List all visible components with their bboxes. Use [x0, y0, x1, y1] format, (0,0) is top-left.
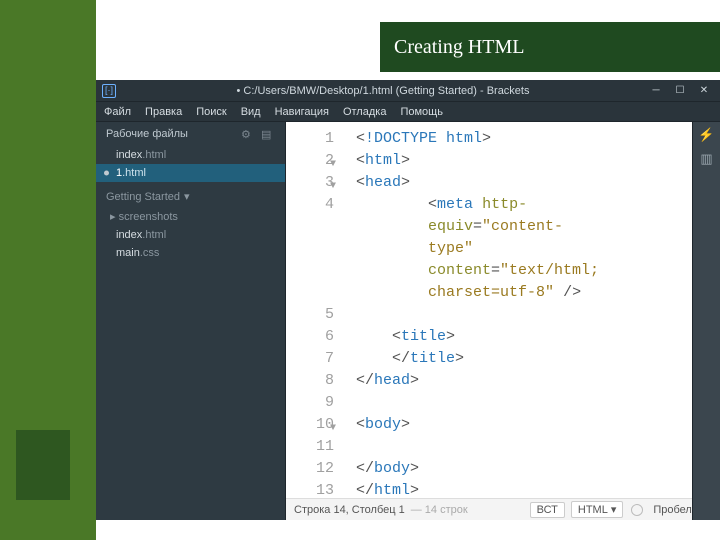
code-line[interactable] — [356, 392, 714, 414]
titlebar: [·] • C:/Users/BMW/Desktop/1.html (Getti… — [96, 80, 720, 102]
line-number: 3▼ — [286, 172, 334, 194]
line-number: 6 — [286, 326, 334, 348]
editor-area: 12▼3▼45678910▼11121314 <!DOCTYPE html><h… — [286, 122, 720, 520]
menu-view[interactable]: Вид — [241, 106, 261, 118]
menu-find[interactable]: Поиск — [196, 106, 226, 118]
line-number: 12 — [286, 458, 334, 480]
code-line[interactable]: </body> — [356, 458, 714, 480]
code-line[interactable]: <title> — [356, 326, 714, 348]
code-line[interactable]: equiv="content- — [356, 216, 714, 238]
window-body: Рабочие файлы ⚙ ▤ index.html1.html Getti… — [96, 122, 720, 520]
language-selector[interactable]: HTML ▾ — [571, 501, 623, 518]
line-number-gutter: 12▼3▼45678910▼11121314 — [286, 122, 342, 498]
project-name: Getting Started — [106, 191, 180, 203]
line-number: 11 — [286, 436, 334, 458]
right-toolbar: ⚡ ▥ — [692, 122, 720, 520]
line-number — [286, 238, 334, 260]
close-button[interactable]: ✕ — [694, 84, 714, 98]
window-title: • C:/Users/BMW/Desktop/1.html (Getting S… — [124, 85, 642, 97]
sidebar: Рабочие файлы ⚙ ▤ index.html1.html Getti… — [96, 122, 286, 520]
line-number — [286, 216, 334, 238]
line-number: 5 — [286, 304, 334, 326]
line-number — [286, 282, 334, 304]
slide-title-text: Creating HTML — [394, 36, 525, 59]
working-files-label: Рабочие файлы — [106, 128, 235, 140]
menu-navigate[interactable]: Навигация — [275, 106, 329, 118]
live-preview-icon[interactable]: ⚡ — [699, 128, 715, 142]
working-files-header: Рабочие файлы ⚙ ▤ — [96, 122, 285, 146]
line-number: 2▼ — [286, 150, 334, 172]
code-line[interactable]: </head> — [356, 370, 714, 392]
line-number: 7 — [286, 348, 334, 370]
code-line[interactable]: <head> — [356, 172, 714, 194]
code-line[interactable]: <meta http- — [356, 194, 714, 216]
menu-file[interactable]: Файл — [104, 106, 131, 118]
project-file-main[interactable]: main.css — [96, 244, 285, 262]
project-tree: ▸ screenshotsindex.htmlmain.css — [96, 207, 285, 262]
menu-help[interactable]: Помощь — [400, 106, 443, 118]
code-line[interactable]: content="text/html; — [356, 260, 714, 282]
line-number: 13 — [286, 480, 334, 498]
line-number: 9 — [286, 392, 334, 414]
statusbar: Строка 14, Столбец 1 — 14 строк ВСТ HTML… — [286, 498, 720, 520]
project-file-index[interactable]: index.html — [96, 226, 285, 244]
working-file-index[interactable]: index.html — [96, 146, 285, 164]
code-line[interactable]: <html> — [356, 150, 714, 172]
slide-title: Creating HTML — [380, 22, 720, 72]
slide-accent-band — [0, 0, 96, 540]
slide-accent-block — [16, 430, 70, 500]
chevron-down-icon: ▾ — [611, 503, 617, 516]
code-editor[interactable]: 12▼3▼45678910▼11121314 <!DOCTYPE html><h… — [286, 122, 720, 498]
line-number: 8 — [286, 370, 334, 392]
working-file-1[interactable]: 1.html — [96, 164, 285, 182]
split-view-icon[interactable]: ▤ — [261, 128, 275, 140]
code-line[interactable] — [356, 436, 714, 458]
line-number: 1 — [286, 128, 334, 150]
cursor-position: Строка 14, Столбец 1 — [294, 504, 405, 516]
minimize-button[interactable]: ─ — [646, 84, 666, 98]
extension-manager-icon[interactable]: ▥ — [699, 152, 715, 166]
menu-edit[interactable]: Правка — [145, 106, 182, 118]
code-line[interactable]: charset=utf-8" /> — [356, 282, 714, 304]
code-line[interactable]: <body> — [356, 414, 714, 436]
unsaved-dot-icon — [104, 171, 109, 176]
menubar: Файл Правка Поиск Вид Навигация Отладка … — [96, 102, 720, 122]
insert-mode-toggle[interactable]: ВСТ — [530, 502, 565, 518]
code-line[interactable]: </title> — [356, 348, 714, 370]
brackets-window: [·] • C:/Users/BMW/Desktop/1.html (Getti… — [96, 80, 720, 520]
linting-status-icon[interactable] — [631, 504, 643, 516]
code-line[interactable] — [356, 304, 714, 326]
brackets-app-icon: [·] — [102, 84, 116, 98]
line-number: 4 — [286, 194, 334, 216]
line-count: — 14 строк — [411, 504, 468, 516]
line-number: 10▼ — [286, 414, 334, 436]
code-content[interactable]: <!DOCTYPE html><html><head> <meta http- … — [342, 122, 720, 498]
line-number — [286, 260, 334, 282]
chevron-down-icon: ▾ — [184, 190, 190, 203]
code-line[interactable]: type" — [356, 238, 714, 260]
maximize-button[interactable]: ☐ — [670, 84, 690, 98]
code-line[interactable]: <!DOCTYPE html> — [356, 128, 714, 150]
code-line[interactable]: </html> — [356, 480, 714, 498]
menu-debug[interactable]: Отладка — [343, 106, 386, 118]
gear-icon[interactable]: ⚙ — [241, 128, 255, 140]
project-header[interactable]: Getting Started ▾ — [96, 182, 285, 207]
folder-screenshots[interactable]: ▸ screenshots — [96, 207, 285, 226]
working-files-list: index.html1.html — [96, 146, 285, 182]
